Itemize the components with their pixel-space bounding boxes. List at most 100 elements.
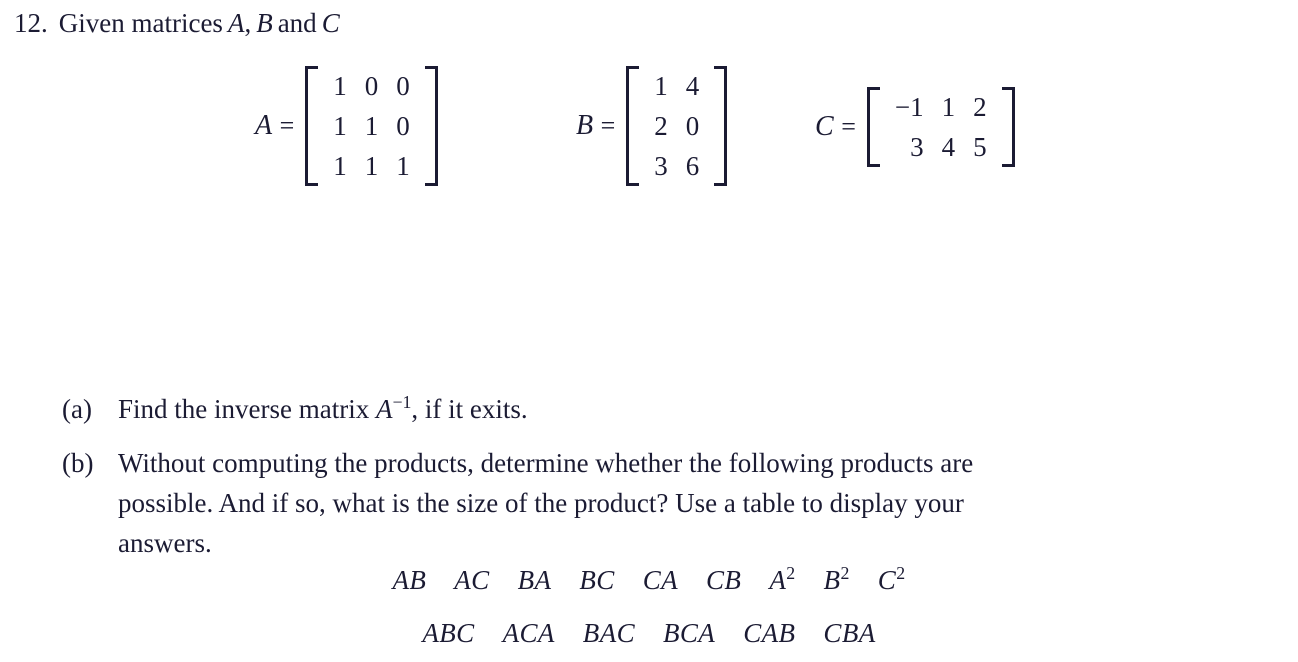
part-b-line: possible. And if so, what is the size of…	[118, 488, 964, 518]
product-item: ABC	[422, 618, 474, 649]
part-b: (b) Without computing the products, dete…	[62, 443, 973, 563]
product-item: BA	[518, 565, 552, 596]
left-bracket-icon	[866, 87, 880, 167]
document-page: 12. Given matrices A, Band C A = 1 0 0 1 1	[0, 0, 1298, 662]
statement-var-b: B	[256, 8, 273, 38]
table-row: 2 0	[645, 106, 708, 146]
product-item: BAC	[583, 618, 635, 649]
product-item-base: CAB	[743, 618, 796, 648]
matrix-c-brackets: −1 1 2 3 4 5	[866, 87, 1015, 167]
matrix-b-label: B	[576, 110, 594, 141]
matrix-a: A = 1 0 0 1 1 0 1 1 1	[255, 62, 438, 190]
product-item-exponent: 2	[896, 563, 906, 583]
left-bracket-icon	[626, 66, 640, 186]
matrix-b: B = 1 4 2 0 3 6	[576, 62, 728, 190]
product-item-base: CBA	[823, 618, 876, 648]
product-item: B2	[823, 563, 850, 596]
part-a-math-base: A	[375, 394, 393, 424]
table-row: 3 6	[645, 146, 708, 186]
product-item: AB	[392, 565, 426, 596]
part-b-line: Without computing the products, determin…	[118, 448, 974, 478]
problem-number: 12.	[14, 8, 48, 38]
right-bracket-icon	[1001, 87, 1015, 167]
right-bracket-icon	[424, 66, 438, 186]
product-item-base: AC	[454, 565, 490, 595]
matrix-c-cell: 1	[941, 92, 956, 122]
matrix-b-brackets: 1 4 2 0 3 6	[626, 66, 728, 186]
product-item-base: BC	[579, 565, 615, 595]
matrix-b-cell: 4	[685, 71, 700, 101]
part-a-body: Find the inverse matrix A−1, if it exits…	[118, 389, 528, 429]
part-b-tag: (b)	[62, 448, 94, 478]
product-item-base: CA	[642, 565, 679, 595]
matrix-b-cell: 6	[685, 151, 700, 181]
right-bracket-icon	[714, 66, 728, 186]
matrix-a-cell: 1	[333, 151, 347, 181]
matrix-a-cell: 1	[333, 111, 347, 141]
product-item-exponent: 2	[786, 563, 796, 583]
table-row: 1 1 0	[324, 106, 419, 146]
matrix-a-equals: =	[279, 111, 295, 140]
product-list-row-1: AB AC BA BC CA CB A2 B2 C2	[0, 563, 1298, 596]
product-item: A2	[769, 563, 796, 596]
table-row: 1 1 1	[324, 146, 419, 186]
part-a-text-after: , if it exits.	[411, 394, 528, 424]
product-item-base: A	[769, 565, 787, 595]
matrix-a-cell: 0	[364, 71, 379, 101]
part-b-body: Without computing the products, determin…	[118, 443, 973, 563]
problem-statement: 12. Given matrices A, Band C	[14, 6, 340, 40]
product-item: ACA	[503, 618, 555, 649]
matrix-a-cell: 1	[364, 151, 379, 181]
matrix-c-equals: =	[841, 112, 856, 141]
matrix-a-cell: 1	[364, 111, 379, 141]
matrix-c-grid: −1 1 2 3 4 5	[886, 87, 996, 167]
product-item: AC	[454, 565, 489, 596]
left-bracket-icon	[305, 66, 319, 186]
matrix-a-cell: 0	[396, 71, 410, 101]
matrix-c-cell: 3	[910, 132, 924, 162]
matrix-c-cell: −1	[894, 92, 924, 122]
product-item-base: B	[823, 565, 841, 595]
part-a: (a) Find the inverse matrix A−1, if it e…	[62, 389, 528, 429]
part-a-tag: (a)	[62, 394, 92, 424]
matrix-b-cell: 1	[654, 71, 668, 101]
product-item-base: ABC	[422, 618, 475, 648]
matrix-c: C = −1 1 2 3 4 5	[815, 84, 1015, 170]
matrix-c-label: C	[815, 111, 835, 142]
part-a-math-exponent: −1	[392, 392, 412, 412]
table-row: 3 4 5	[886, 127, 996, 167]
product-item: BCA	[663, 618, 715, 649]
matrix-a-cell: 1	[333, 71, 347, 101]
table-row: 1 4	[645, 66, 708, 106]
statement-and: and	[277, 8, 317, 38]
product-item-exponent: 2	[840, 563, 850, 583]
statement-var-a: A	[227, 8, 245, 38]
product-item-base: C	[877, 565, 897, 595]
matrix-c-cell: 2	[973, 92, 987, 122]
matrix-b-equals: =	[600, 111, 616, 140]
product-item-base: BCA	[663, 618, 716, 648]
statement-comma: ,	[244, 8, 252, 38]
problem-statement-prefix: Given matrices	[58, 8, 223, 38]
product-item-base: AB	[392, 565, 427, 595]
product-item: CBA	[823, 618, 875, 649]
matrix-b-grid: 1 4 2 0 3 6	[645, 66, 708, 186]
matrix-a-cell: 0	[396, 111, 410, 141]
product-item: CA	[643, 565, 678, 596]
product-item-base: ACA	[502, 618, 555, 648]
product-item-base: BAC	[582, 618, 635, 648]
product-item: CB	[706, 565, 741, 596]
matrix-c-cell: 4	[941, 132, 956, 162]
matrix-a-grid: 1 0 0 1 1 0 1 1 1	[324, 66, 419, 186]
matrix-a-brackets: 1 0 0 1 1 0 1 1 1	[305, 66, 438, 186]
matrix-display-row: A = 1 0 0 1 1 0 1 1 1 B = 1 4 2 0 3 6 C …	[0, 62, 1298, 192]
table-row: 1 0 0	[324, 66, 419, 106]
product-list-row-2: ABC ACA BAC BCA CAB CBA	[0, 618, 1298, 649]
matrix-a-cell: 1	[396, 151, 410, 181]
product-item-base: BA	[517, 565, 552, 595]
matrix-b-cell: 3	[654, 151, 668, 181]
matrix-b-cell: 0	[685, 111, 700, 141]
product-item: BC	[579, 565, 614, 596]
matrix-c-cell: 5	[973, 132, 987, 162]
matrix-a-label: A	[255, 110, 273, 141]
